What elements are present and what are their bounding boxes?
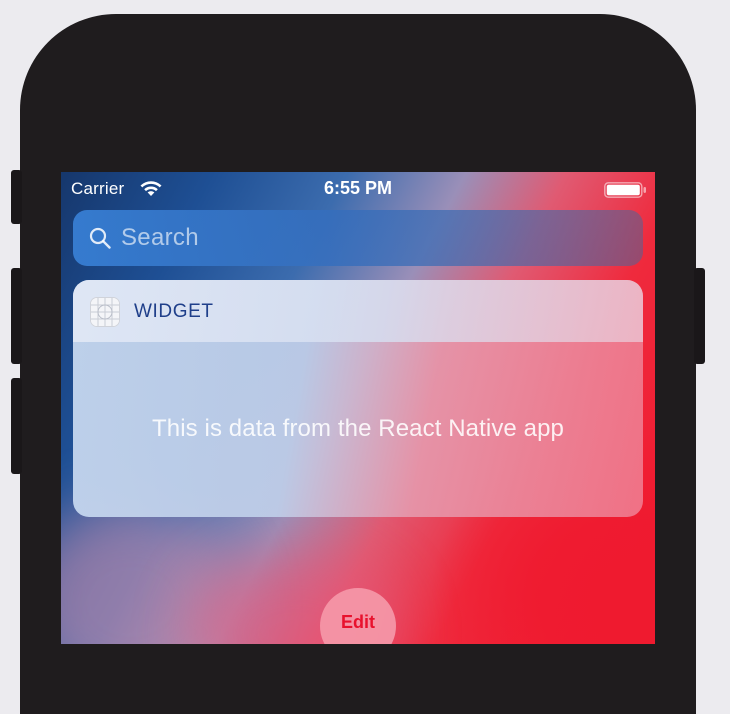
widget-header[interactable]: WIDGET bbox=[73, 280, 643, 342]
volume-down-button bbox=[11, 378, 22, 474]
widget-card[interactable]: WIDGET This is data from the React Nativ… bbox=[73, 280, 643, 517]
status-bar: Carrier 6:55 PM bbox=[61, 172, 655, 206]
widget-title: WIDGET bbox=[134, 301, 214, 322]
app-icon bbox=[90, 297, 120, 327]
search-placeholder: Search bbox=[121, 224, 199, 251]
mute-switch bbox=[11, 170, 22, 224]
search-icon bbox=[89, 227, 111, 249]
battery-icon bbox=[604, 182, 648, 198]
power-button bbox=[694, 268, 705, 364]
search-input[interactable]: Search bbox=[73, 210, 643, 266]
volume-up-button bbox=[11, 268, 22, 364]
today-view-screen: Carrier 6:55 PM Search WIDGET This is da… bbox=[61, 172, 655, 644]
clock: 6:55 PM bbox=[323, 178, 393, 198]
widget-body-text: This is data from the React Native app bbox=[152, 415, 564, 442]
